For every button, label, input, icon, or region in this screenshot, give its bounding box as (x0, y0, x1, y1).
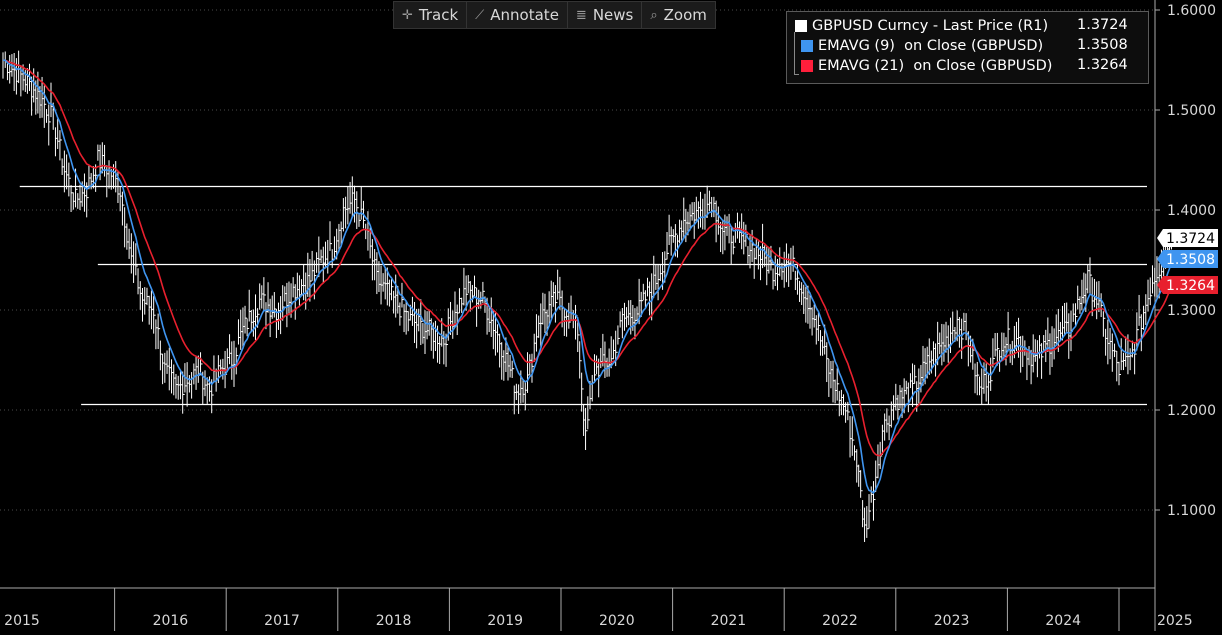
y-tick-label: 1.2000 (1167, 403, 1216, 419)
price-chart[interactable]: 1.1000 1.2000 1.3000 1.4000 1.5000 1.6000 2015… (0, 0, 1222, 631)
chart-background (0, 0, 1222, 631)
news-icon: ≣ (575, 7, 587, 23)
last-value-tag: 1.3724 (1157, 229, 1218, 247)
news-label: News (592, 6, 634, 24)
legend-entry-ema9[interactable]: EMAVG (9) on Close (GBPUSD) (801, 36, 1043, 56)
zoom-label: Zoom (663, 6, 707, 24)
legend-swatch-price (795, 20, 807, 32)
y-tick-label: 1.5000 (1167, 103, 1216, 119)
legend-swatch-ema9 (801, 40, 813, 52)
y-tick-label: 1.4000 (1167, 203, 1216, 219)
news-button[interactable]: ≣ News (568, 2, 643, 28)
y-tick-label: 1.3000 (1167, 303, 1216, 319)
legend-name-ema21: EMAVG (21) on Close (GBPUSD) (818, 58, 1053, 74)
x-tick-label: 2021 (711, 613, 747, 629)
legend-entry-price[interactable]: GBPUSD Curncy - Last Price (R1) (795, 16, 1048, 36)
legend-value-price: 1.3724 (1077, 17, 1128, 33)
x-tick-label: 2024 (1045, 613, 1081, 629)
legend-value-ema9: 1.3508 (1077, 37, 1128, 53)
x-tick-label: 2020 (599, 613, 635, 629)
x-tick-label: 2017 (264, 613, 300, 629)
x-tick-label: 2019 (487, 613, 523, 629)
annotate-label: Annotate (490, 6, 559, 24)
track-label: Track (418, 6, 459, 24)
zoom-icon: ⌕ (650, 7, 658, 23)
legend-value-ema21: 1.3264 (1077, 57, 1128, 73)
legend-swatch-ema21 (801, 60, 813, 72)
annotate-button[interactable]: ⟋ Annotate (467, 2, 568, 28)
last-value-tag-text: 1.3508 (1166, 252, 1215, 268)
last-value-tag: 1.3264 (1157, 276, 1218, 294)
y-tick-label: 1.6000 (1167, 3, 1216, 19)
x-tick-label: 2018 (376, 613, 412, 629)
legend-entry-ema21[interactable]: EMAVG (21) on Close (GBPUSD) (801, 56, 1052, 76)
crosshair-icon: ✛ (402, 7, 413, 23)
x-tick-label: 2016 (153, 613, 189, 629)
pen-icon: ⟋ (475, 7, 485, 23)
legend-name-ema9: EMAVG (9) on Close (GBPUSD) (818, 38, 1044, 54)
y-tick-label: 1.1000 (1167, 503, 1216, 519)
x-tick-label: 2015 (4, 613, 40, 629)
last-value-tag-text: 1.3264 (1166, 278, 1215, 294)
chart-toolbar: ✛ Track ⟋ Annotate ≣ News ⌕ Zoom (393, 1, 716, 29)
legend-bracket (794, 32, 799, 75)
track-button[interactable]: ✛ Track (394, 2, 468, 28)
last-value-tag-text: 1.3724 (1166, 231, 1215, 247)
x-tick-label: 2022 (822, 613, 858, 629)
zoom-button[interactable]: ⌕ Zoom (642, 2, 715, 28)
last-value-tag: 1.3508 (1157, 250, 1218, 268)
legend-name-price: GBPUSD Curncy - Last Price (R1) (812, 18, 1049, 34)
x-tick-label: 2023 (934, 613, 970, 629)
chart-area[interactable]: 1.1000 1.2000 1.3000 1.4000 1.5000 1.6000 2015… (0, 0, 1222, 631)
x-tick-label: 2025 (1157, 613, 1193, 629)
chart-legend[interactable]: GBPUSD Curncy - Last Price (R1) 1.3724 E… (786, 11, 1149, 84)
